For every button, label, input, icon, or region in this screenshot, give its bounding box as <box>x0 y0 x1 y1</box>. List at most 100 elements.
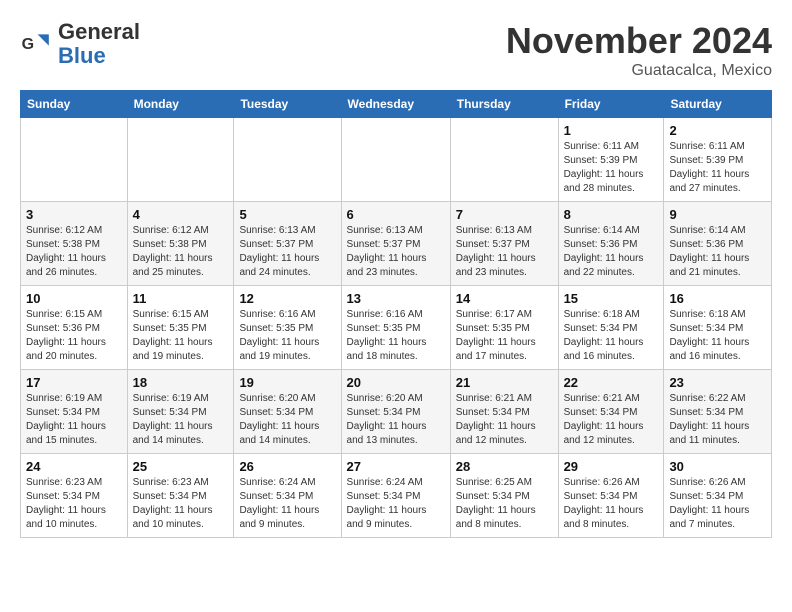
day-info: Sunrise: 6:22 AM Sunset: 5:34 PM Dayligh… <box>669 392 766 448</box>
day-number: 27 <box>347 459 445 474</box>
day-info: Sunrise: 6:19 AM Sunset: 5:34 PM Dayligh… <box>133 392 229 448</box>
day-info: Sunrise: 6:23 AM Sunset: 5:34 PM Dayligh… <box>26 476 122 532</box>
svg-text:G: G <box>22 36 34 53</box>
day-number: 30 <box>669 459 766 474</box>
day-number: 16 <box>669 291 766 306</box>
calendar-cell <box>450 118 558 202</box>
day-number: 28 <box>456 459 553 474</box>
calendar-cell: 1 Sunrise: 6:11 AM Sunset: 5:39 PM Daylig… <box>558 118 664 202</box>
day-number: 23 <box>669 375 766 390</box>
calendar-cell: 7 Sunrise: 6:13 AM Sunset: 5:37 PM Daylig… <box>450 202 558 286</box>
calendar-cell: 14 Sunrise: 6:17 AM Sunset: 5:35 PM Dayli… <box>450 286 558 370</box>
day-number: 4 <box>133 207 229 222</box>
day-number: 17 <box>26 375 122 390</box>
title-section: November 2024 Guatacalca, Mexico <box>506 20 772 80</box>
day-number: 24 <box>26 459 122 474</box>
day-info: Sunrise: 6:13 AM Sunset: 5:37 PM Dayligh… <box>239 224 335 280</box>
logo-text: General Blue <box>58 20 140 68</box>
calendar-cell: 28 Sunrise: 6:25 AM Sunset: 5:34 PM Dayli… <box>450 454 558 538</box>
location: Guatacalca, Mexico <box>506 62 772 80</box>
day-info: Sunrise: 6:13 AM Sunset: 5:37 PM Dayligh… <box>347 224 445 280</box>
calendar-cell: 12 Sunrise: 6:16 AM Sunset: 5:35 PM Dayli… <box>234 286 341 370</box>
week-row-2: 3Sunrise: 6:12 AM Sunset: 5:38 PM Daylig… <box>21 202 772 286</box>
day-number: 13 <box>347 291 445 306</box>
day-info: Sunrise: 6:20 AM Sunset: 5:34 PM Dayligh… <box>239 392 335 448</box>
day-info: Sunrise: 6:24 AM Sunset: 5:34 PM Dayligh… <box>239 476 335 532</box>
day-info: Sunrise: 6:14 AM Sunset: 5:36 PM Dayligh… <box>564 224 659 280</box>
calendar-cell: 26 Sunrise: 6:24 AM Sunset: 5:34 PM Dayli… <box>234 454 341 538</box>
day-number: 9 <box>669 207 766 222</box>
calendar-cell: 27Sunrise: 6:24 AM Sunset: 5:34 PM Dayli… <box>341 454 450 538</box>
day-number: 26 <box>239 459 335 474</box>
day-info: Sunrise: 6:13 AM Sunset: 5:37 PM Dayligh… <box>456 224 553 280</box>
calendar-cell: 21Sunrise: 6:21 AM Sunset: 5:34 PM Dayli… <box>450 370 558 454</box>
day-header-tuesday: Tuesday <box>234 91 341 118</box>
day-info: Sunrise: 6:16 AM Sunset: 5:35 PM Dayligh… <box>239 308 335 364</box>
month-title: November 2024 <box>506 20 772 62</box>
calendar-cell: 2 Sunrise: 6:11 AM Sunset: 5:39 PM Daylig… <box>664 118 772 202</box>
day-info: Sunrise: 6:15 AM Sunset: 5:35 PM Dayligh… <box>133 308 229 364</box>
day-info: Sunrise: 6:11 AM Sunset: 5:39 PM Dayligh… <box>564 140 659 196</box>
week-row-4: 17 Sunrise: 6:19 AM Sunset: 5:34 PM Dayli… <box>21 370 772 454</box>
day-header-wednesday: Wednesday <box>341 91 450 118</box>
day-header-monday: Monday <box>127 91 234 118</box>
day-info: Sunrise: 6:16 AM Sunset: 5:35 PM Dayligh… <box>347 308 445 364</box>
calendar-cell: 22 Sunrise: 6:21 AM Sunset: 5:34 PM Dayli… <box>558 370 664 454</box>
day-number: 7 <box>456 207 553 222</box>
day-info: Sunrise: 6:15 AM Sunset: 5:36 PM Dayligh… <box>26 308 122 364</box>
calendar-cell: 5Sunrise: 6:13 AM Sunset: 5:37 PM Daylig… <box>234 202 341 286</box>
calendar-cell: 8Sunrise: 6:14 AM Sunset: 5:36 PM Daylig… <box>558 202 664 286</box>
day-header-saturday: Saturday <box>664 91 772 118</box>
day-number: 3 <box>26 207 122 222</box>
calendar-cell: 20 Sunrise: 6:20 AM Sunset: 5:34 PM Dayli… <box>341 370 450 454</box>
day-info: Sunrise: 6:23 AM Sunset: 5:34 PM Dayligh… <box>133 476 229 532</box>
calendar-cell: 3Sunrise: 6:12 AM Sunset: 5:38 PM Daylig… <box>21 202 128 286</box>
calendar-cell: 30Sunrise: 6:26 AM Sunset: 5:34 PM Dayli… <box>664 454 772 538</box>
week-row-3: 10 Sunrise: 6:15 AM Sunset: 5:36 PM Dayli… <box>21 286 772 370</box>
calendar-cell: 10 Sunrise: 6:15 AM Sunset: 5:36 PM Dayli… <box>21 286 128 370</box>
day-info: Sunrise: 6:25 AM Sunset: 5:34 PM Dayligh… <box>456 476 553 532</box>
calendar-cell: 17Sunrise: 6:19 AM Sunset: 5:34 PM Dayli… <box>21 370 128 454</box>
day-info: Sunrise: 6:20 AM Sunset: 5:34 PM Dayligh… <box>347 392 445 448</box>
calendar-cell <box>341 118 450 202</box>
logo: G General Blue <box>20 20 140 68</box>
day-number: 12 <box>239 291 335 306</box>
day-number: 2 <box>669 123 766 138</box>
day-number: 15 <box>564 291 659 306</box>
week-row-5: 24 Sunrise: 6:23 AM Sunset: 5:34 PM Dayli… <box>21 454 772 538</box>
calendar-cell: 6 Sunrise: 6:13 AM Sunset: 5:37 PM Daylig… <box>341 202 450 286</box>
calendar-cell: 25 Sunrise: 6:23 AM Sunset: 5:34 PM Dayli… <box>127 454 234 538</box>
calendar-cell: 23 Sunrise: 6:22 AM Sunset: 5:34 PM Dayli… <box>664 370 772 454</box>
calendar-cell: 15 Sunrise: 6:18 AM Sunset: 5:34 PM Dayli… <box>558 286 664 370</box>
day-number: 14 <box>456 291 553 306</box>
calendar-table: SundayMondayTuesdayWednesdayThursdayFrid… <box>20 90 772 538</box>
day-header-thursday: Thursday <box>450 91 558 118</box>
calendar-cell: 4Sunrise: 6:12 AM Sunset: 5:38 PM Daylig… <box>127 202 234 286</box>
day-number: 20 <box>347 375 445 390</box>
day-number: 21 <box>456 375 553 390</box>
day-header-sunday: Sunday <box>21 91 128 118</box>
calendar-cell: 11 Sunrise: 6:15 AM Sunset: 5:35 PM Dayli… <box>127 286 234 370</box>
day-info: Sunrise: 6:17 AM Sunset: 5:35 PM Dayligh… <box>456 308 553 364</box>
day-info: Sunrise: 6:18 AM Sunset: 5:34 PM Dayligh… <box>669 308 766 364</box>
calendar-cell <box>234 118 341 202</box>
day-header-friday: Friday <box>558 91 664 118</box>
calendar-cell: 24 Sunrise: 6:23 AM Sunset: 5:34 PM Dayli… <box>21 454 128 538</box>
calendar-cell: 13 Sunrise: 6:16 AM Sunset: 5:35 PM Dayli… <box>341 286 450 370</box>
day-number: 1 <box>564 123 659 138</box>
calendar-cell: 19Sunrise: 6:20 AM Sunset: 5:34 PM Dayli… <box>234 370 341 454</box>
week-row-1: 1 Sunrise: 6:11 AM Sunset: 5:39 PM Daylig… <box>21 118 772 202</box>
day-number: 25 <box>133 459 229 474</box>
day-info: Sunrise: 6:14 AM Sunset: 5:36 PM Dayligh… <box>669 224 766 280</box>
day-number: 18 <box>133 375 229 390</box>
day-info: Sunrise: 6:18 AM Sunset: 5:34 PM Dayligh… <box>564 308 659 364</box>
day-number: 29 <box>564 459 659 474</box>
day-info: Sunrise: 6:21 AM Sunset: 5:34 PM Dayligh… <box>564 392 659 448</box>
day-number: 10 <box>26 291 122 306</box>
calendar-cell <box>127 118 234 202</box>
logo-icon: G <box>20 28 52 60</box>
day-info: Sunrise: 6:11 AM Sunset: 5:39 PM Dayligh… <box>669 140 766 196</box>
day-number: 22 <box>564 375 659 390</box>
day-number: 6 <box>347 207 445 222</box>
day-number: 11 <box>133 291 229 306</box>
